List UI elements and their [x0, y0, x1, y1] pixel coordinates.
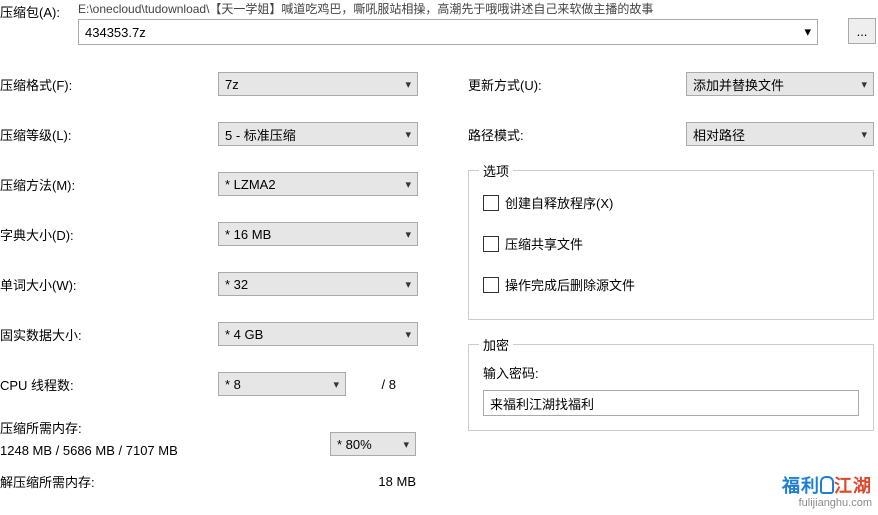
delete-label: 操作完成后删除源文件 — [505, 275, 635, 294]
mem-compress-value: 1248 MB / 5686 MB / 7107 MB — [0, 443, 330, 458]
browse-button[interactable]: ... — [848, 18, 876, 44]
mem-percent-value: * 80% — [337, 437, 372, 452]
mem-decompress-value: 18 MB — [330, 474, 416, 489]
options-legend: 选项 — [479, 161, 513, 180]
chevron-down-icon: ▾ — [405, 228, 411, 241]
pathmode-value: 相对路径 — [693, 125, 745, 144]
options-group: 选项 创建自释放程序(X) 压缩共享文件 操作完成后删除源文件 — [468, 170, 874, 320]
mem-percent-select[interactable]: * 80% ▾ — [330, 432, 416, 456]
watermark-url: fulijianghu.com — [782, 497, 872, 509]
password-value: 来福利江湖找福利 — [490, 394, 594, 413]
sfx-checkbox[interactable] — [483, 195, 499, 211]
method-label: 压缩方法(M): — [0, 175, 218, 194]
chevron-down-icon: ▾ — [861, 128, 867, 141]
solid-label: 固实数据大小: — [0, 325, 218, 344]
chevron-down-icon: ▾ — [804, 24, 811, 40]
threads-label: CPU 线程数: — [0, 375, 218, 394]
level-value: 5 - 标准压缩 — [225, 125, 296, 144]
format-select[interactable]: 7z ▾ — [218, 72, 418, 96]
encrypt-group: 加密 输入密码: 来福利江湖找福利 — [468, 344, 874, 431]
method-value: * LZMA2 — [225, 177, 276, 192]
chevron-down-icon: ▾ — [333, 378, 339, 391]
level-select[interactable]: 5 - 标准压缩 ▾ — [218, 122, 418, 146]
pathmode-select[interactable]: 相对路径 ▾ — [686, 122, 874, 146]
dict-value: * 16 MB — [225, 227, 271, 242]
shared-label: 压缩共享文件 — [505, 234, 583, 253]
pathmode-label: 路径模式: — [468, 125, 686, 144]
chevron-down-icon: ▾ — [403, 438, 409, 451]
chevron-down-icon: ▾ — [405, 328, 411, 341]
mem-decompress-label: 解压缩所需内存: — [0, 472, 330, 491]
dict-label: 字典大小(D): — [0, 225, 218, 244]
threads-select[interactable]: * 8 ▾ — [218, 372, 346, 396]
archive-label: 压缩包(A): — [0, 0, 78, 21]
level-label: 压缩等级(L): — [0, 125, 218, 144]
chevron-down-icon: ▾ — [405, 178, 411, 191]
password-input[interactable]: 来福利江湖找福利 — [483, 390, 859, 416]
password-label: 输入密码: — [483, 363, 859, 382]
word-value: * 32 — [225, 277, 248, 292]
mem-compress-label: 压缩所需内存: — [0, 418, 330, 437]
chevron-down-icon: ▾ — [861, 78, 867, 91]
archive-path-truncated: E:\onecloud\tudownload\【天一学姐】喊道吃鸡巴，嘶吼服站相… — [78, 0, 838, 17]
chevron-down-icon: ▾ — [405, 278, 411, 291]
update-value: 添加并替换文件 — [693, 75, 784, 94]
word-label: 单词大小(W): — [0, 275, 218, 294]
format-label: 压缩格式(F): — [0, 75, 218, 94]
method-select[interactable]: * LZMA2 ▾ — [218, 172, 418, 196]
dict-select[interactable]: * 16 MB ▾ — [218, 222, 418, 246]
solid-select[interactable]: * 4 GB ▾ — [218, 322, 418, 346]
update-label: 更新方式(U): — [468, 75, 686, 94]
threads-value: * 8 — [225, 377, 241, 392]
archive-name-value: 434353.7z — [85, 25, 146, 40]
delete-checkbox[interactable] — [483, 277, 499, 293]
update-select[interactable]: 添加并替换文件 ▾ — [686, 72, 874, 96]
browse-label: ... — [857, 24, 868, 39]
watermark: 福利江湖 fulijianghu.com — [782, 477, 872, 509]
format-value: 7z — [225, 77, 239, 92]
archive-name-input[interactable]: 434353.7z ▾ — [78, 19, 818, 45]
chevron-down-icon: ▾ — [405, 78, 411, 91]
encrypt-legend: 加密 — [479, 335, 513, 354]
sfx-label: 创建自释放程序(X) — [505, 193, 613, 212]
shared-checkbox[interactable] — [483, 236, 499, 252]
chevron-down-icon: ▾ — [405, 128, 411, 141]
solid-value: * 4 GB — [225, 327, 263, 342]
word-select[interactable]: * 32 ▾ — [218, 272, 418, 296]
threads-max: / 8 — [346, 377, 396, 392]
